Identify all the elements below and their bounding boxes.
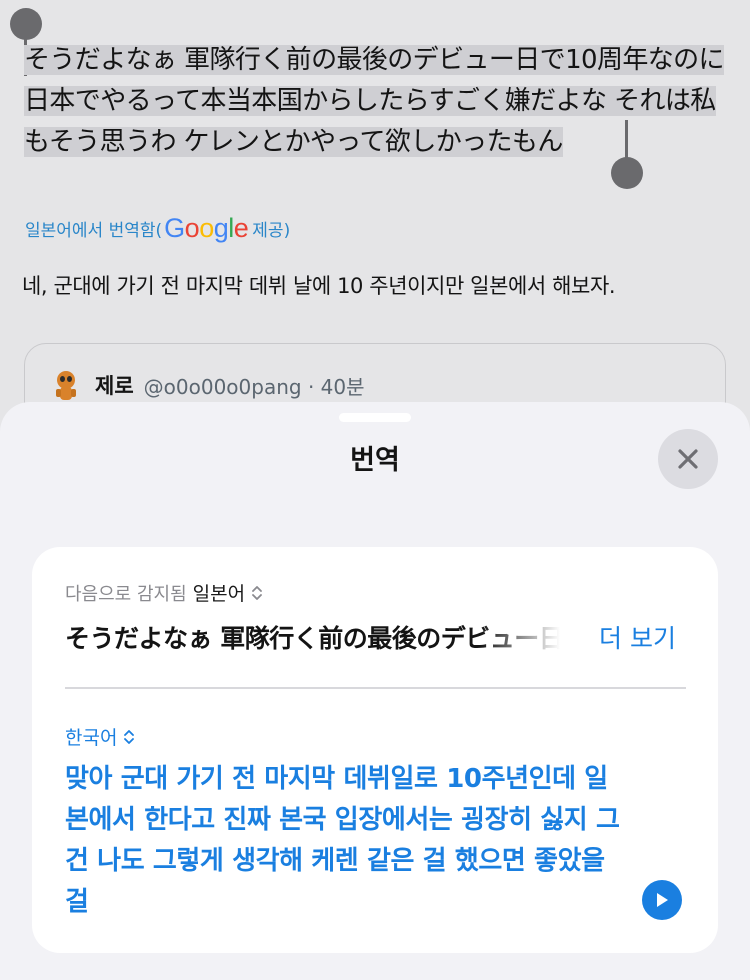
quoted-tweet-header: 제로 @o0o00o0pang · 40분 [47, 366, 365, 404]
show-more-button[interactable]: 더 보기 [599, 619, 676, 655]
translated-by-prefix: 일본어에서 번역함( [25, 220, 163, 241]
source-language-name[interactable]: 일본어 [193, 579, 245, 606]
sheet-grabber[interactable] [339, 413, 411, 422]
translated-text: 맞아 군대 가기 전 마지막 데뷔일로 10주년인데 일본에서 한다고 진짜 본… [65, 764, 620, 917]
avatar[interactable] [47, 366, 85, 404]
background-tweet: そうだよなぁ 軍隊行く前の最後のデビュー日で10周年なのに日本でやるって本当本国… [0, 0, 750, 463]
quoted-author-handle: @o0o00o0pang · 40분 [143, 374, 365, 399]
detected-label: 다음으로 감지됨 [65, 583, 187, 605]
quoted-author-name[interactable]: 제로 [95, 370, 134, 400]
target-language-name[interactable]: 한국어 [65, 723, 117, 750]
close-button[interactable] [658, 429, 718, 489]
source-text-fade [480, 619, 560, 659]
original-tweet-text[interactable]: そうだよなぁ 軍隊行く前の最後のデビュー日で10周年なのに日本でやるって本当本国… [24, 40, 726, 163]
divider [65, 687, 686, 689]
translated-by-suffix: 제공) [252, 220, 291, 241]
selected-text-highlight[interactable]: そうだよなぁ 軍隊行く前の最後のデビュー日で10周年なのに日本でやるって本当本国… [24, 45, 725, 157]
translation-card: 다음으로 감지됨 일본어 そうだよなぁ 軍隊行く前の最後のデビュー日で10周年な… [32, 547, 718, 953]
play-audio-button[interactable] [642, 880, 682, 920]
translation-sheet: 번역 다음으로 감지됨 일본어 そうだよなぁ 軍隊行く前の最後のデビュー日で10… [0, 402, 750, 980]
tweet-translation-preview: 네, 군대에 가기 전 마지막 데뷔 날에 10 주년이지만 일본에서 해보자. [22, 274, 616, 298]
selection-end-handle[interactable] [611, 157, 643, 189]
close-x-icon [678, 449, 698, 469]
google-logo: Google [164, 212, 249, 243]
chevron-up-down-icon [251, 584, 263, 602]
selection-end-bar [625, 120, 628, 160]
translated-by-google-link[interactable]: 일본어에서 번역함( Google 제공) [25, 210, 290, 246]
source-language-selector[interactable]: 다음으로 감지됨 일본어 [65, 579, 263, 606]
play-icon [657, 893, 668, 907]
sheet-title: 번역 [350, 445, 400, 476]
source-text-container: そうだよなぁ 軍隊行く前の最後のデビュー日で10周年なのに日本でやるって [65, 619, 560, 659]
target-language-selector[interactable]: 한국어 [65, 723, 135, 750]
chevron-up-down-icon [123, 728, 135, 746]
